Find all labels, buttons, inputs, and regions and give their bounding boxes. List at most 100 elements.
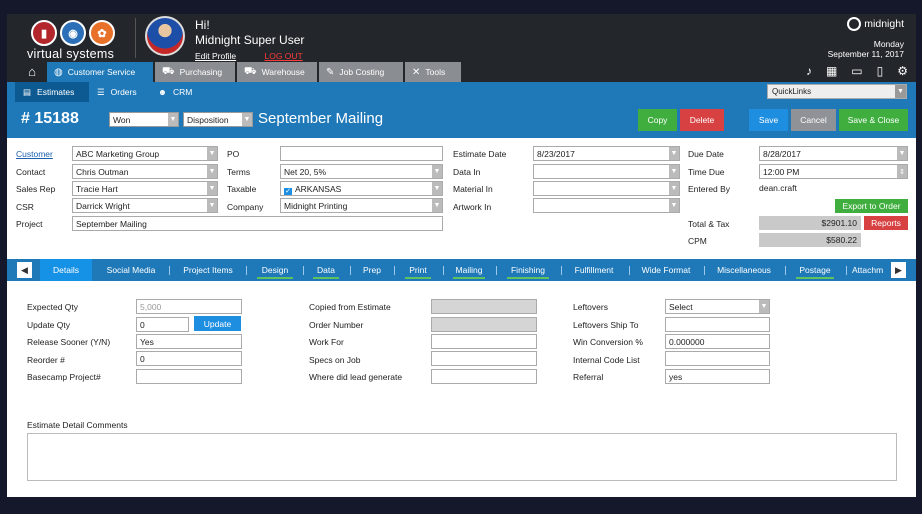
release-sooner-label: Release Sooner (Y/N): [27, 337, 111, 347]
reorder-input[interactable]: 0: [136, 351, 242, 366]
project-label: Project: [16, 219, 43, 229]
salesrep-label: Sales Rep: [16, 184, 56, 194]
save-close-button[interactable]: Save & Close: [839, 109, 908, 131]
tab-print[interactable]: Print: [401, 259, 435, 281]
time-due-label: Time Due: [688, 167, 725, 177]
estimate-date-select[interactable]: 8/23/2017 ▼: [533, 146, 680, 161]
leftovers-select[interactable]: Select ▼: [665, 299, 770, 314]
contact-select[interactable]: Chris Outman ▼: [72, 164, 218, 179]
cancel-button[interactable]: Cancel: [791, 109, 836, 131]
customer-label[interactable]: Customer: [16, 149, 53, 159]
tab-project-items[interactable]: Project Items: [176, 259, 240, 281]
bell-icon[interactable]: ♪: [806, 64, 812, 78]
referral-input[interactable]: yes: [665, 369, 770, 384]
stepper-icon: ⇕: [897, 165, 907, 178]
chevron-down-icon: ▼: [432, 182, 442, 195]
project-input[interactable]: September Mailing: [72, 216, 443, 231]
taxable-select[interactable]: ✓ ARKANSAS ▼: [280, 181, 443, 196]
artwork-in-select[interactable]: ▼: [533, 198, 680, 213]
customer-select[interactable]: ABC Marketing Group ▼: [72, 146, 218, 161]
sub-nav: ▤ Estimates ☰ Orders ☻ CRM QuickLinks ▼: [7, 82, 916, 102]
tab-design[interactable]: Design: [253, 259, 297, 281]
tab-separator: [704, 266, 705, 275]
export-to-order-button[interactable]: Export to Order: [835, 199, 908, 213]
tab-attachments[interactable]: Attachm: [852, 259, 892, 281]
avatar[interactable]: [145, 16, 185, 56]
work-for-input[interactable]: [431, 334, 537, 349]
csr-select[interactable]: Darrick Wright ▼: [72, 198, 218, 213]
material-in-label: Material In: [453, 184, 493, 194]
document-icon[interactable]: ▯: [877, 64, 884, 78]
subnav-estimates[interactable]: ▤ Estimates: [15, 82, 89, 102]
tab-separator: [785, 266, 786, 275]
subnav-orders[interactable]: ☰ Orders: [89, 82, 145, 102]
material-in-select[interactable]: ▼: [533, 181, 680, 196]
chevron-right-icon[interactable]: ▶: [891, 262, 906, 278]
reports-button[interactable]: Reports: [864, 216, 908, 230]
module-tools[interactable]: ✕ Tools: [405, 62, 461, 82]
delete-button[interactable]: Delete: [680, 109, 724, 131]
tab-data[interactable]: Data: [309, 259, 343, 281]
tab-prep[interactable]: Prep: [355, 259, 389, 281]
module-customer-service[interactable]: ◍ Customer Service: [47, 62, 153, 82]
win-conversion-input[interactable]: 0.000000: [665, 334, 770, 349]
calendar-icon[interactable]: ▦: [826, 64, 837, 78]
tab-separator: [561, 266, 562, 275]
tab-miscellaneous[interactable]: Miscellaneous: [711, 259, 777, 281]
copy-button[interactable]: Copy: [638, 109, 677, 131]
order-number-input: [431, 317, 537, 332]
update-qty-input[interactable]: 0: [136, 317, 189, 332]
home-icon[interactable]: ⌂: [23, 64, 41, 80]
subnav-crm[interactable]: ☻ CRM: [150, 82, 200, 102]
greeting-text: Hi!: [195, 18, 210, 32]
monitor-icon[interactable]: ▭: [851, 64, 862, 78]
release-sooner-input[interactable]: Yes: [136, 334, 242, 349]
tab-fulfillment[interactable]: Fulfillment: [567, 259, 621, 281]
chevron-left-icon[interactable]: ◀: [17, 262, 32, 278]
chevron-down-icon: ▼: [669, 182, 679, 195]
csr-label: CSR: [16, 202, 34, 212]
comments-textarea[interactable]: [27, 433, 897, 481]
company-select[interactable]: Midnight Printing ▼: [280, 198, 443, 213]
salesrep-select[interactable]: Tracie Hart ▼: [72, 181, 218, 196]
po-label: PO: [227, 149, 240, 159]
estimate-date-label: Estimate Date: [453, 149, 507, 159]
module-job-costing[interactable]: ✎ Job Costing: [319, 62, 403, 82]
entered-by-value: dean.craft: [759, 183, 797, 193]
logo-blue-icon: ◉: [60, 20, 86, 46]
tab-social-media[interactable]: Social Media: [99, 259, 163, 281]
terms-label: Terms: [227, 167, 251, 177]
save-button[interactable]: Save: [749, 109, 788, 131]
module-warehouse[interactable]: ⛟ Warehouse: [237, 62, 317, 82]
quicklinks-select[interactable]: QuickLinks ▼: [767, 84, 907, 99]
internal-code-input[interactable]: [665, 351, 770, 366]
chevron-down-icon: ▼: [432, 199, 442, 212]
time-due-stepper[interactable]: 12:00 PM ⇕: [759, 164, 908, 179]
tab-mailing[interactable]: Mailing: [449, 259, 489, 281]
lead-generate-input[interactable]: [431, 369, 537, 384]
terms-select[interactable]: Net 20, 5% ▼: [280, 164, 443, 179]
disposition-select[interactable]: Disposition ▼: [183, 112, 253, 127]
checkbox-checked-icon[interactable]: ✓: [284, 188, 292, 195]
logout-link[interactable]: LOG OUT: [264, 51, 302, 61]
tab-postage[interactable]: Postage: [792, 259, 838, 281]
po-input[interactable]: [280, 146, 443, 161]
tab-indicator: [257, 277, 293, 279]
tab-wide-format[interactable]: Wide Format: [636, 259, 696, 281]
module-purchasing[interactable]: ⛟ Purchasing: [155, 62, 235, 82]
gear-icon[interactable]: ⚙: [897, 64, 908, 78]
tab-bar: ◀ Details Social Media Project Items Des…: [7, 259, 916, 281]
status-select[interactable]: Won ▼: [109, 112, 179, 127]
edit-profile-link[interactable]: Edit Profile: [195, 51, 236, 61]
update-button[interactable]: Update: [194, 316, 241, 331]
tab-details[interactable]: Details: [40, 259, 92, 281]
leftovers-ship-input[interactable]: [665, 317, 770, 332]
tab-finishing[interactable]: Finishing: [503, 259, 553, 281]
data-in-select[interactable]: ▼: [533, 164, 680, 179]
due-date-select[interactable]: 8/28/2017 ▼: [759, 146, 908, 161]
specs-input[interactable]: [431, 351, 537, 366]
data-in-label: Data In: [453, 167, 481, 177]
basecamp-input[interactable]: [136, 369, 242, 384]
estimate-name: September Mailing: [258, 110, 384, 127]
current-date: September 11, 2017: [827, 49, 904, 59]
